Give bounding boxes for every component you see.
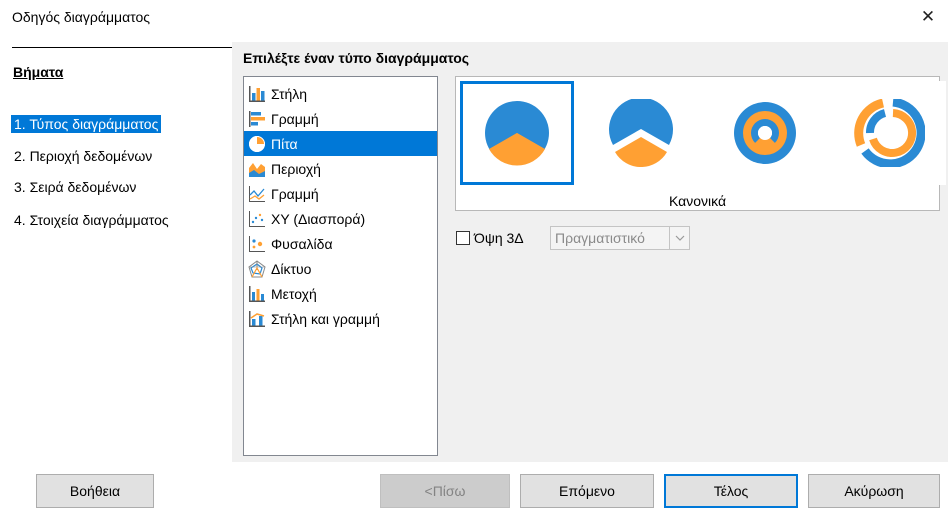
area-chart-icon xyxy=(249,162,265,177)
close-button[interactable]: ✕ xyxy=(908,0,948,34)
chart-type-label: Στήλη xyxy=(271,85,308,102)
xy-scatter-chart-icon xyxy=(249,210,265,227)
chart-type-label: Στήλη και γραμμή xyxy=(271,310,380,327)
close-icon: ✕ xyxy=(920,7,936,26)
variant-exploded-pie[interactable] xyxy=(584,81,698,185)
step-chart-type[interactable]: 1. Τύπος διαγράμματος xyxy=(11,115,162,133)
back-button-label: <Πίσω xyxy=(424,483,466,499)
chart-type-label: Πίτα xyxy=(271,135,298,152)
chart-type-label: Γραμμή xyxy=(271,185,319,202)
variant-exploded-donut[interactable] xyxy=(832,81,946,185)
chart-type-bubble[interactable]: Φυσαλίδα xyxy=(244,231,437,256)
steps-title: Βήματα xyxy=(13,64,64,80)
chart-type-pie[interactable]: Πίτα xyxy=(244,131,437,156)
chart-type-net[interactable]: Δίκτυο xyxy=(244,256,437,281)
chart-type-bar[interactable]: Γραμμή xyxy=(244,106,437,131)
variant-donut[interactable] xyxy=(708,81,822,185)
bar-chart-icon xyxy=(249,110,265,127)
chart-type-line[interactable]: Γραμμή xyxy=(244,181,437,206)
view-3d-label[interactable]: Όψη 3Δ xyxy=(474,230,524,246)
chart-type-label: Φυσαλίδα xyxy=(271,235,333,252)
chart-type-list[interactable]: Στήλη Γραμμή Πίτα Περιοχή Γραμμή XY (Δια… xyxy=(243,76,438,456)
steps-divider xyxy=(12,47,232,48)
chart-type-heading: Επιλέξτε έναν τύπο διαγράμματος xyxy=(243,50,470,66)
pie-normal-icon xyxy=(485,101,549,166)
variant-normal-pie[interactable] xyxy=(460,81,574,185)
line-chart-icon xyxy=(249,185,265,202)
finish-button[interactable]: Τέλος xyxy=(664,474,798,508)
chart-type-label: XY (Διασπορά) xyxy=(271,210,366,227)
chart-type-column-and-line[interactable]: Στήλη και γραμμή xyxy=(244,306,437,331)
view-3d-checkbox[interactable] xyxy=(456,231,470,245)
chart-type-area[interactable]: Περιοχή xyxy=(244,156,437,181)
window-title: Οδηγός διαγράμματος xyxy=(12,9,151,25)
title-bar: Οδηγός διαγράμματος ✕ xyxy=(0,0,948,34)
help-button[interactable]: Βοήθεια xyxy=(36,474,154,508)
step-data-range[interactable]: 2. Περιοχή δεδομένων xyxy=(11,147,155,165)
step-data-series[interactable]: 3. Σειρά δεδομένων xyxy=(11,178,139,196)
chart-type-label: Γραμμή xyxy=(271,110,319,127)
chart-type-label: Δίκτυο xyxy=(271,260,312,277)
bubble-chart-icon xyxy=(249,235,265,252)
chevron-down-icon xyxy=(669,227,689,249)
net-chart-icon xyxy=(248,259,266,277)
help-button-label: Βοήθεια xyxy=(69,483,121,499)
chart-type-label: Περιοχή xyxy=(271,160,321,177)
back-button[interactable]: <Πίσω xyxy=(380,474,510,508)
variant-caption: Κανονικά xyxy=(668,193,727,209)
step-chart-elements[interactable]: 4. Στοιχεία διαγράμματος xyxy=(11,211,172,229)
chart-type-stock[interactable]: Μετοχή xyxy=(244,281,437,306)
finish-button-label: Τέλος xyxy=(713,483,749,499)
pie-chart-icon xyxy=(249,135,265,152)
render-mode-value: Πραγματιστικό xyxy=(555,230,645,246)
donut-exploded-icon xyxy=(854,99,925,167)
column-chart-icon xyxy=(249,85,265,102)
next-button-label: Επόμενο xyxy=(559,483,615,499)
column-and-line-chart-icon xyxy=(249,310,265,327)
cancel-button-label: Ακύρωση xyxy=(844,483,904,499)
chart-type-xy-scatter[interactable]: XY (Διασπορά) xyxy=(244,206,437,231)
cancel-button[interactable]: Ακύρωση xyxy=(808,474,940,508)
next-button[interactable]: Επόμενο xyxy=(520,474,654,508)
chart-variants-panel: Κανονικά xyxy=(455,76,946,211)
chart-type-column[interactable]: Στήλη xyxy=(244,81,437,106)
pie-exploded-icon xyxy=(609,99,673,167)
stock-chart-icon xyxy=(249,285,265,302)
chart-type-label: Μετοχή xyxy=(271,285,317,302)
donut-icon xyxy=(734,102,796,164)
render-mode-select: Πραγματιστικό xyxy=(550,226,690,250)
